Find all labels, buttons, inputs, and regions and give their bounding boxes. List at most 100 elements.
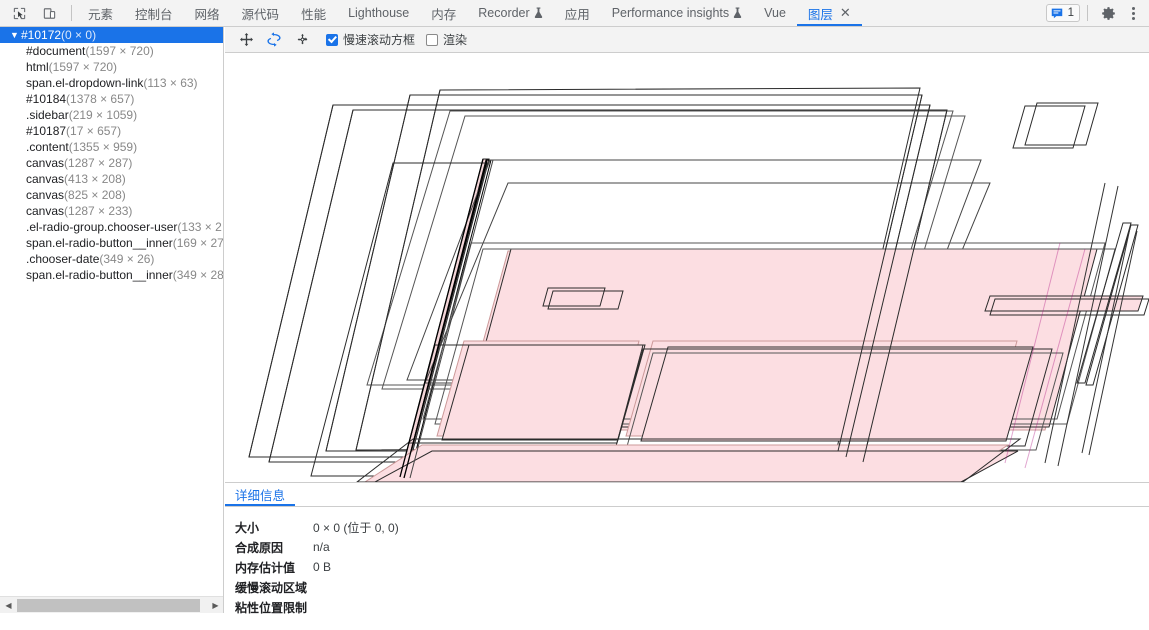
layer-plane-painted <box>374 450 1019 482</box>
pan-mode-icon[interactable] <box>233 29 259 51</box>
layer-name: html <box>26 60 49 74</box>
paints-label: 渲染 <box>443 33 468 47</box>
layer-tree-row[interactable]: .sidebar(219 × 1059) <box>0 107 223 123</box>
scroll-right-arrow-icon[interactable]: ▶ <box>207 597 223 614</box>
tab-控制台[interactable]: 控制台 <box>124 0 184 26</box>
layer-tree-row[interactable]: #document(1597 × 720) <box>0 43 223 59</box>
detail-label: 内存估计值 <box>235 560 296 575</box>
layer-tree-root-row[interactable]: ▼ #10172(0 × 0) <box>0 27 223 43</box>
paints-checkbox[interactable]: 渲染 <box>426 31 467 48</box>
tab-Vue[interactable]: Vue <box>753 0 797 26</box>
layer-name: .chooser-date <box>26 252 100 266</box>
layer-size: (1378 × 657) <box>66 92 135 106</box>
tab-Recorder[interactable]: Recorder <box>467 0 553 26</box>
layer-tree-row[interactable]: span.el-radio-button__inner(349 × 28 <box>0 267 223 283</box>
tab-图层[interactable]: 图层 ✕ <box>796 0 862 26</box>
layer-size: (1355 × 959) <box>68 140 138 154</box>
detail-row: 缓慢滚动区域 <box>225 577 1149 597</box>
details-rows: 大小 0 × 0 (位于 0, 0) 合成原因 n/a 内存估计值 0 B 缓慢滚动区域 粘性… <box>225 507 1149 617</box>
tab-label: 网络 <box>194 7 220 22</box>
detail-label: 合成原因 <box>235 540 284 555</box>
devtools-window: 元素 控制台 网络 源代码 性能 Lighthouse 内存 Recorder 应用 Perfor… <box>0 0 1149 630</box>
layer-edge <box>268 109 354 463</box>
close-icon[interactable]: ✕ <box>840 7 851 20</box>
device-toolbar-icon[interactable] <box>36 1 62 25</box>
layer-details-panel: 详细信息 大小 0 × 0 (位于 0, 0) 合成原因 n/a 内存估计值 0 B 缓慢滚… <box>225 482 1149 630</box>
scrollbar-track[interactable] <box>17 597 207 614</box>
layer-name: span.el-radio-button__inner <box>26 268 173 282</box>
layer-tree-hscrollbar[interactable]: ◀ ▶ <box>0 596 223 614</box>
toolbar-right-icons: 1 <box>1045 0 1149 26</box>
tab-label: 控制台 <box>135 7 173 22</box>
detail-row: 大小 0 × 0 (位于 0, 0) <box>225 517 1149 537</box>
checkbox-box-paints[interactable] <box>426 33 439 46</box>
layer-size: (825 × 208) <box>64 188 126 202</box>
experimental-flask-icon <box>534 7 543 19</box>
layer-tree-row[interactable]: canvas(1287 × 287) <box>0 155 223 171</box>
scroll-left-arrow-icon[interactable]: ◀ <box>0 597 17 614</box>
layer-tree-row[interactable]: span.el-radio-button__inner(169 × 27 <box>0 235 223 251</box>
layer-size: (349 × 28 <box>172 268 224 282</box>
layer-name: span.el-dropdown-link <box>26 76 144 90</box>
tab-网络[interactable]: 网络 <box>184 0 231 26</box>
console-message-badge[interactable]: 1 <box>1045 4 1080 22</box>
layer-size: (1287 × 287) <box>64 156 133 170</box>
layer-size: (1287 × 233) <box>64 204 133 218</box>
layer-tree-row[interactable]: #10184(1378 × 657) <box>0 91 223 107</box>
layer-tree-row[interactable]: span.el-dropdown-link(113 × 63) <box>0 75 223 91</box>
layer-name: .el-radio-group.chooser-user <box>26 220 178 234</box>
layer-plane-small <box>984 295 1144 312</box>
layer-size: (219 × 1059) <box>68 108 138 122</box>
slow-scroll-label: 慢速滚动方框 <box>343 33 416 47</box>
layer-tree-row[interactable]: .chooser-date(349 × 26) <box>0 251 223 267</box>
gear-icon[interactable] <box>1095 1 1121 25</box>
layer-size: (0 × 0) <box>61 28 97 42</box>
scrollbar-thumb[interactable] <box>17 598 200 612</box>
rotate-mode-icon[interactable] <box>261 29 287 51</box>
layer-size: (349 × 26) <box>99 252 155 266</box>
detail-value: n/a <box>313 540 330 554</box>
layer-tree-row[interactable]: canvas(1287 × 233) <box>0 203 223 219</box>
tab-label: Vue <box>764 6 786 20</box>
checkbox-box-slow-scroll[interactable] <box>326 33 338 46</box>
layer-edge <box>248 104 334 458</box>
kebab-menu-icon[interactable] <box>1123 2 1143 24</box>
layer-tree-row[interactable]: .content(1355 × 959) <box>0 139 223 155</box>
layer-tree-row[interactable]: html(1597 × 720) <box>0 59 223 75</box>
layer-tree-row[interactable]: canvas(825 × 208) <box>0 187 223 203</box>
tab-Lighthouse[interactable]: Lighthouse <box>337 0 420 26</box>
toolbar-divider <box>71 5 72 21</box>
layer-tree-panel[interactable]: ▼ #10172(0 × 0) #document(1597 × 720) html… <box>0 27 224 613</box>
layer-name: #10172 <box>21 28 62 42</box>
reset-transform-icon[interactable] <box>289 29 315 51</box>
tab-源代码[interactable]: 源代码 <box>231 0 291 26</box>
detail-value: 0 × 0 (位于 0, 0) <box>313 520 399 535</box>
details-tab-strip: 详细信息 <box>225 483 1149 507</box>
tab-应用[interactable]: 应用 <box>554 0 601 26</box>
inspect-cursor-icon[interactable] <box>6 1 32 25</box>
layer-name: canvas <box>26 204 65 218</box>
layer-tree-row[interactable]: canvas(413 × 208) <box>0 171 223 187</box>
layer-size: (413 × 208) <box>64 172 126 186</box>
layers-3d-viewport[interactable] <box>225 53 1149 482</box>
layer-name: .content <box>26 140 69 154</box>
layer-tree-list: #document(1597 × 720) html(1597 × 720) spa… <box>0 43 223 283</box>
layer-size: (1597 × 720) <box>85 44 154 58</box>
tab-性能[interactable]: 性能 <box>290 0 337 26</box>
tab-label: 元素 <box>88 7 114 22</box>
tab-元素[interactable]: 元素 <box>77 0 124 26</box>
tab-Performance insights[interactable]: Performance insights <box>601 0 753 26</box>
slow-scroll-rects-checkbox[interactable]: 慢速滚动方框 <box>326 31 415 48</box>
layer-size: (113 × 63) <box>143 76 198 90</box>
tab-details[interactable]: 详细信息 <box>225 483 296 506</box>
tab-label: 应用 <box>564 7 590 22</box>
chevron-down-icon[interactable]: ▼ <box>10 27 20 43</box>
tab-内存[interactable]: 内存 <box>420 0 467 26</box>
layer-tree-row[interactable]: #10187(17 × 657) <box>0 123 223 139</box>
layer-plane-painted <box>640 346 1034 442</box>
tab-label: 内存 <box>431 7 457 22</box>
layer-tree-row[interactable]: .el-radio-group.chooser-user(133 × 2 <box>0 219 223 235</box>
layer-size: (1597 × 720) <box>48 60 118 74</box>
layer-name: #10184 <box>26 92 67 106</box>
detail-label: 缓慢滚动区域 <box>235 580 308 595</box>
